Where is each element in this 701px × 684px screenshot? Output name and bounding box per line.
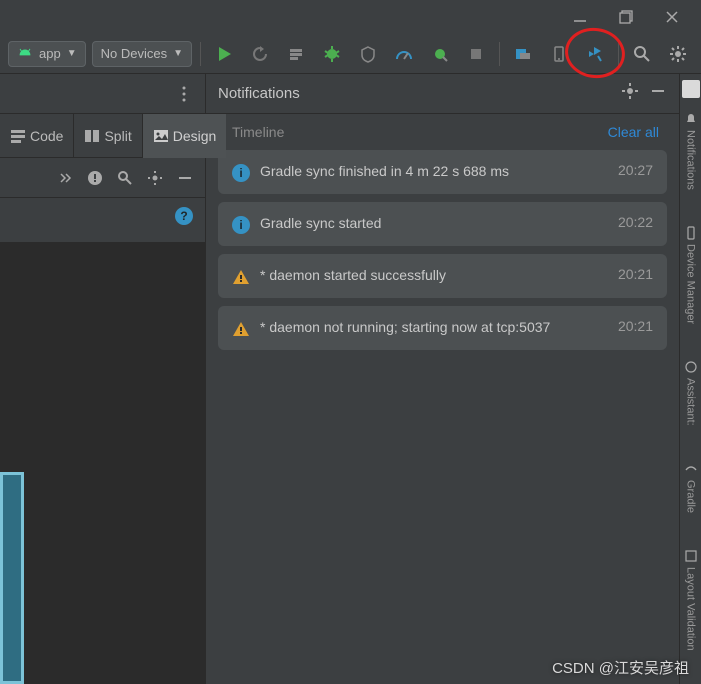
notification-time: 20:21 [618,266,653,282]
module-label: app [39,46,61,61]
notification-message: * daemon not running; starting now at tc… [260,318,608,338]
window-close-button[interactable] [649,3,695,31]
notification-time: 20:21 [618,318,653,334]
device-manager-button[interactable] [544,39,574,69]
info-icon: i [232,164,250,182]
sync-gradle-button[interactable] [580,39,610,69]
notification-item[interactable]: * daemon not running; starting now at tc… [218,306,667,350]
notification-item[interactable]: i Gradle sync started 20:22 [218,202,667,246]
window-titlebar [0,0,701,34]
search-button[interactable] [627,39,657,69]
vtab-layout-validation[interactable]: Layout Validation [682,545,700,655]
warning-icon [232,268,250,286]
device-icon [684,226,698,240]
debug-button[interactable] [317,39,347,69]
vtab-notifications[interactable]: Notifications [682,108,700,194]
separator [200,42,201,66]
run-button[interactable] [209,39,239,69]
timeline-header: Timeline Clear all [206,114,679,150]
image-icon [153,128,169,144]
editor-sidebar: Code Split Design [0,74,206,684]
notification-item[interactable]: i Gradle sync finished in 4 m 22 s 688 m… [218,150,667,194]
notifications-panel: Notifications Timeline Clear all i Gradl… [206,74,679,684]
more-icon[interactable] [171,81,197,107]
chevron-down-icon: ▼ [173,48,183,59]
window-minimize-button[interactable] [557,3,603,31]
notification-time: 20:22 [618,214,653,230]
profiler-button[interactable] [389,39,419,69]
right-tool-strip: Notifications Device Manager Assistant: … [679,74,701,684]
window-maximize-button[interactable] [603,3,649,31]
notification-item[interactable]: * daemon started successfully 20:21 [218,254,667,298]
warning-icon [232,320,250,338]
vtab-gradle[interactable]: Gradle [682,458,700,517]
tab-code-label: Code [30,128,63,144]
tab-design-label: Design [173,128,217,144]
coverage-button[interactable] [353,39,383,69]
vtab-assistant[interactable]: Assistant: [682,356,700,430]
chevrons-icon[interactable] [55,168,75,188]
clear-all-link[interactable]: Clear all [608,124,659,140]
stop-button[interactable] [461,39,491,69]
info-icon: i [232,216,250,234]
notification-message: * daemon started successfully [260,266,608,286]
tab-code[interactable]: Code [0,114,73,158]
apply-changes-button[interactable] [245,39,275,69]
assistant-icon [684,360,698,374]
main-toolbar: app ▼ No Devices ▼ [0,34,701,74]
tab-split[interactable]: Split [73,114,141,158]
separator [618,42,619,66]
split-icon [84,128,100,144]
design-help-row: ? [0,198,205,234]
view-mode-tabs: Code Split Design [0,114,205,158]
device-selector[interactable]: No Devices ▼ [92,41,192,67]
device-preview [0,472,24,684]
gradle-icon [684,462,698,476]
layout-icon [684,549,698,563]
notifications-title: Notifications [218,85,300,102]
device-label: No Devices [101,46,167,61]
avatar[interactable] [682,80,700,98]
design-tool-row [0,158,205,198]
settings-button[interactable] [663,39,693,69]
notification-time: 20:27 [618,162,653,178]
notification-message: Gradle sync finished in 4 m 22 s 688 ms [260,162,608,182]
app-inspection-button[interactable] [508,39,538,69]
notification-message: Gradle sync started [260,214,608,234]
editor-top-strip [0,74,205,114]
help-icon[interactable]: ? [175,207,193,225]
design-canvas[interactable] [0,242,205,684]
main-region: Code Split Design [0,74,701,684]
notifications-list: i Gradle sync finished in 4 m 22 s 688 m… [206,150,679,350]
android-icon [17,46,33,62]
tab-split-label: Split [104,128,131,144]
search-icon[interactable] [115,168,135,188]
panel-minimize-icon[interactable] [649,82,667,105]
bell-icon [684,112,698,126]
chevron-down-icon: ▼ [67,48,77,59]
tab-design[interactable]: Design [142,114,227,158]
minimize-panel-icon[interactable] [175,168,195,188]
warning-circle-icon[interactable] [85,168,105,188]
notifications-header: Notifications [206,74,679,114]
code-icon [10,128,26,144]
separator [499,42,500,66]
module-selector[interactable]: app ▼ [8,41,86,67]
panel-gear-icon[interactable] [621,82,639,105]
timeline-label: Timeline [232,124,284,140]
activity-restart-button[interactable] [281,39,311,69]
attach-debugger-button[interactable] [425,39,455,69]
vtab-device-manager[interactable]: Device Manager [682,222,700,328]
gear-icon[interactable] [145,168,165,188]
